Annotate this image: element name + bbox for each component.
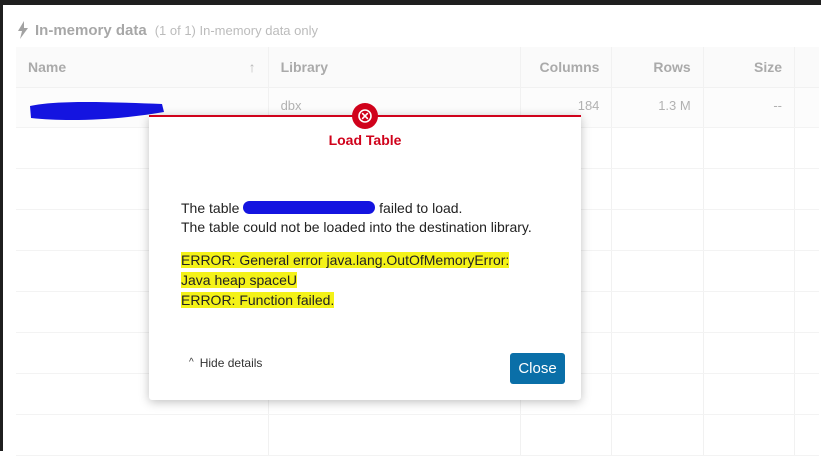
error-line: ERROR: Function failed. <box>181 292 335 308</box>
dialog-title: Load Table <box>328 132 402 148</box>
column-header-rows[interactable]: Rows <box>612 47 704 87</box>
cell-rows: 1.3 M <box>612 88 704 127</box>
error-circle-icon <box>352 103 378 129</box>
error-line: ERROR: General error java.lang.OutOfMemo… <box>181 252 510 268</box>
error-line: Java heap spaceU <box>181 272 297 288</box>
table-header: Name ↑ Library Columns Rows Size <box>16 47 819 88</box>
redaction-scribble <box>243 201 376 214</box>
message-suffix: failed to load. <box>379 200 463 216</box>
redaction-scribble <box>30 102 164 120</box>
arrow-up-icon: ↑ <box>248 59 256 75</box>
chevron-up-icon: ^ <box>189 357 194 368</box>
hide-details-label: Hide details <box>199 356 263 370</box>
table-row <box>16 415 819 456</box>
error-details: ERROR: General error java.lang.OutOfMemo… <box>181 250 510 310</box>
column-header-columns[interactable]: Columns <box>521 47 613 87</box>
column-header-library[interactable]: Library <box>269 47 522 87</box>
column-header-name[interactable]: Name ↑ <box>16 47 269 87</box>
panel-subtitle: (1 of 1) In-memory data only <box>154 22 318 38</box>
message-line-2: The table could not be loaded into the d… <box>181 219 532 235</box>
panel-header: In-memory data (1 of 1) In-memory data o… <box>17 17 318 43</box>
lightning-bolt-icon <box>18 21 28 39</box>
hide-details-toggle[interactable]: ^ Hide details <box>189 356 262 370</box>
column-header-size[interactable]: Size <box>704 47 796 87</box>
message-prefix: The table <box>181 200 240 216</box>
close-button[interactable]: Close <box>510 353 565 384</box>
cell-size: -- <box>704 88 796 127</box>
panel-title: In-memory data <box>35 21 147 39</box>
load-table-dialog: Load Table The table failed to load. The… <box>149 103 581 400</box>
column-header-extra <box>795 47 819 87</box>
dialog-message: The table failed to load. The table coul… <box>181 199 532 237</box>
